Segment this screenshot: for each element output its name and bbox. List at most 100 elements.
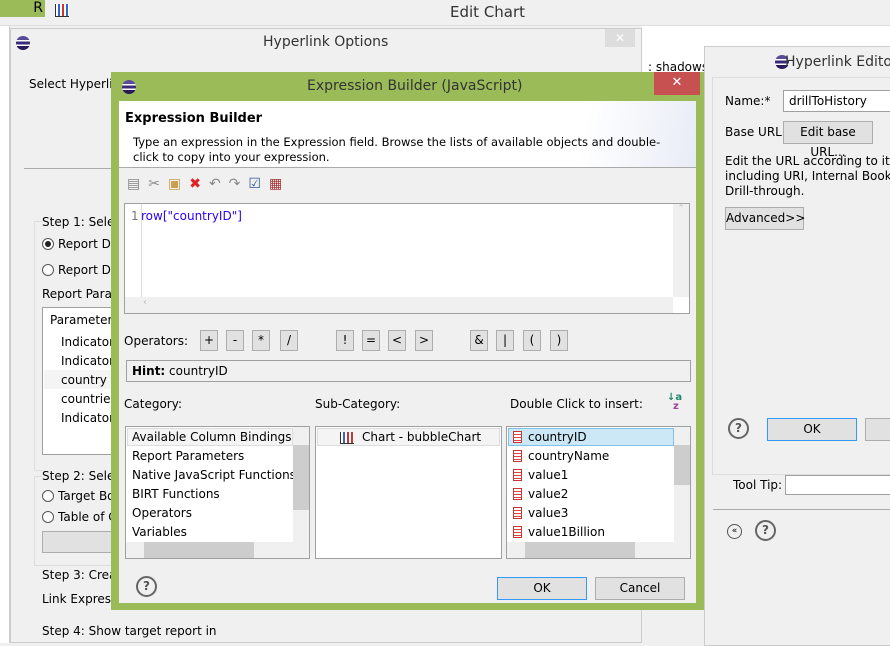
operator-button[interactable]: < [388, 330, 406, 351]
field-icon [513, 507, 522, 519]
redo-icon[interactable]: ↷ [229, 176, 241, 196]
operator-button[interactable]: - [226, 330, 244, 351]
field-icon [513, 431, 522, 443]
dialog-title: Expression Builder (JavaScript) [307, 78, 523, 94]
dialog-title: Hyperlink Editor [785, 54, 890, 70]
list-item[interactable]: value1Billion [513, 525, 605, 539]
hint-box: Hint: countryID [126, 360, 691, 382]
header-area: Expression Builder Type an expression in… [119, 101, 696, 168]
help-icon[interactable]: ? [136, 576, 157, 597]
background-window-titlebar: R Edit Chart [0, 0, 890, 26]
list-item[interactable]: value1 [513, 468, 568, 482]
table-row[interactable]: countries [61, 392, 117, 406]
operator-button[interactable]: + [200, 330, 218, 351]
operator-button[interactable]: > [415, 330, 433, 351]
bookmark-combo[interactable] [42, 531, 122, 553]
name-input[interactable]: drillToHistory [783, 90, 890, 112]
close-button[interactable]: ✕ [605, 29, 635, 47]
background-left-strip [0, 26, 10, 643]
paste-icon[interactable]: ▣ [168, 176, 181, 196]
vertical-scrollbar[interactable] [293, 427, 309, 542]
table-row[interactable]: country [61, 373, 107, 387]
list-item[interactable]: Available Column Bindings [132, 430, 292, 444]
help-icon[interactable]: ? [755, 520, 776, 541]
name-label: Name:* [725, 94, 771, 108]
radio-table-of-contents[interactable]: Table of C [42, 510, 117, 524]
operator-button[interactable]: ) [550, 330, 568, 351]
list-item[interactable]: countryID [513, 430, 587, 444]
operator-button[interactable]: / [280, 330, 298, 351]
operator-button[interactable]: ! [336, 330, 354, 351]
radio-target-bookmark[interactable]: Target Boo [42, 489, 122, 503]
description-line: Type an expression in the Expression fie… [133, 135, 661, 149]
cancel-button[interactable]: Cancel [595, 577, 685, 600]
list-item[interactable]: Operators [132, 506, 192, 520]
heading: Expression Builder [125, 111, 263, 126]
description-line: including URI, Internal Bookma [725, 169, 890, 183]
description-line: Drill-through. [725, 184, 805, 198]
list-item[interactable]: Native JavaScript Functions [132, 468, 296, 482]
expression-editor[interactable]: 1 row["countryID"] ⌃ ‹ [124, 203, 690, 314]
list-item[interactable]: value3 [513, 506, 568, 520]
collapse-icon[interactable]: « [727, 524, 742, 539]
field-icon [513, 526, 522, 538]
list-item[interactable]: BIRT Functions [132, 487, 220, 501]
category-label: Category: [124, 397, 182, 411]
tooltip-input[interactable] [785, 475, 890, 495]
list-item[interactable]: countryName [513, 449, 609, 463]
operator-button[interactable]: | [496, 330, 514, 351]
chart-icon [55, 4, 69, 17]
subcategory-label: Sub-Category: [315, 397, 401, 411]
category-list[interactable]: Available Column Bindings Report Paramete… [125, 426, 310, 559]
table-row[interactable]: Indicator [61, 335, 114, 349]
field-icon [513, 450, 522, 462]
operator-button[interactable]: = [362, 330, 380, 351]
copy-icon[interactable]: ▤ [127, 176, 140, 196]
list-item-label: value3 [528, 506, 569, 520]
background-tab[interactable]: R [0, 0, 45, 17]
name-value: drillToHistory [789, 94, 867, 108]
vertical-scrollbar[interactable] [674, 427, 690, 542]
eclipse-icon [16, 36, 30, 50]
ok-button[interactable]: OK [497, 577, 587, 600]
operator-button[interactable]: ( [523, 330, 541, 351]
help-icon[interactable]: ? [728, 418, 749, 439]
close-button[interactable]: ✕ [654, 72, 700, 95]
calendar-icon[interactable]: ▦ [269, 176, 282, 196]
insert-list[interactable]: countryID countryName value1 value2 value3 va… [506, 426, 691, 559]
vertical-scrollbar[interactable]: ⌃ [673, 204, 689, 297]
cut-icon[interactable]: ✂ [148, 176, 160, 196]
column-header: Parameters [50, 313, 119, 327]
edit-base-url-button[interactable]: Edit base URL... [783, 121, 873, 159]
validate-icon[interactable]: ☑ [248, 176, 261, 196]
list-item-label: value2 [528, 487, 569, 501]
hint-label: Hint: [132, 364, 166, 378]
list-item[interactable]: Report Parameters [132, 449, 244, 463]
tooltip-label: Tool Tip: [733, 478, 783, 492]
expression-builder-dialog: Expression Builder (JavaScript) ✕ Expres… [111, 72, 704, 610]
operator-button[interactable]: * [252, 330, 270, 351]
code-text: row["countryID"] [141, 209, 242, 223]
horizontal-scrollbar[interactable] [507, 542, 690, 558]
radio-label: Table of C [58, 510, 117, 524]
cancel-button[interactable] [865, 418, 890, 441]
operators-label: Operators: [124, 334, 189, 348]
radio-report-document[interactable]: Report Do [42, 263, 118, 277]
operator-button[interactable]: & [470, 330, 488, 351]
list-item[interactable]: value2 [513, 487, 568, 501]
advanced-button[interactable]: Advanced>> [725, 207, 805, 230]
chart-icon [340, 432, 354, 444]
eclipse-icon [122, 80, 136, 94]
step4-label: Step 4: Show target report in [42, 624, 217, 638]
delete-icon[interactable]: ✖ [189, 176, 201, 196]
subcategory-list[interactable]: Chart - bubbleChart [315, 426, 502, 559]
ok-button[interactable]: OK [767, 418, 857, 441]
list-item[interactable]: Chart - bubbleChart [317, 428, 500, 446]
horizontal-scrollbar[interactable]: ‹ [125, 297, 673, 313]
undo-icon[interactable]: ↶ [209, 176, 221, 196]
list-item[interactable]: Variables [132, 525, 187, 539]
toolbar: ▤ ✂ ▣ ✖ ↶ ↷ ☑ ▦ [127, 176, 282, 196]
sort-az-icon[interactable]: ↓a z [667, 393, 682, 412]
list-item-label: countryID [528, 430, 587, 444]
horizontal-scrollbar[interactable] [126, 542, 309, 558]
